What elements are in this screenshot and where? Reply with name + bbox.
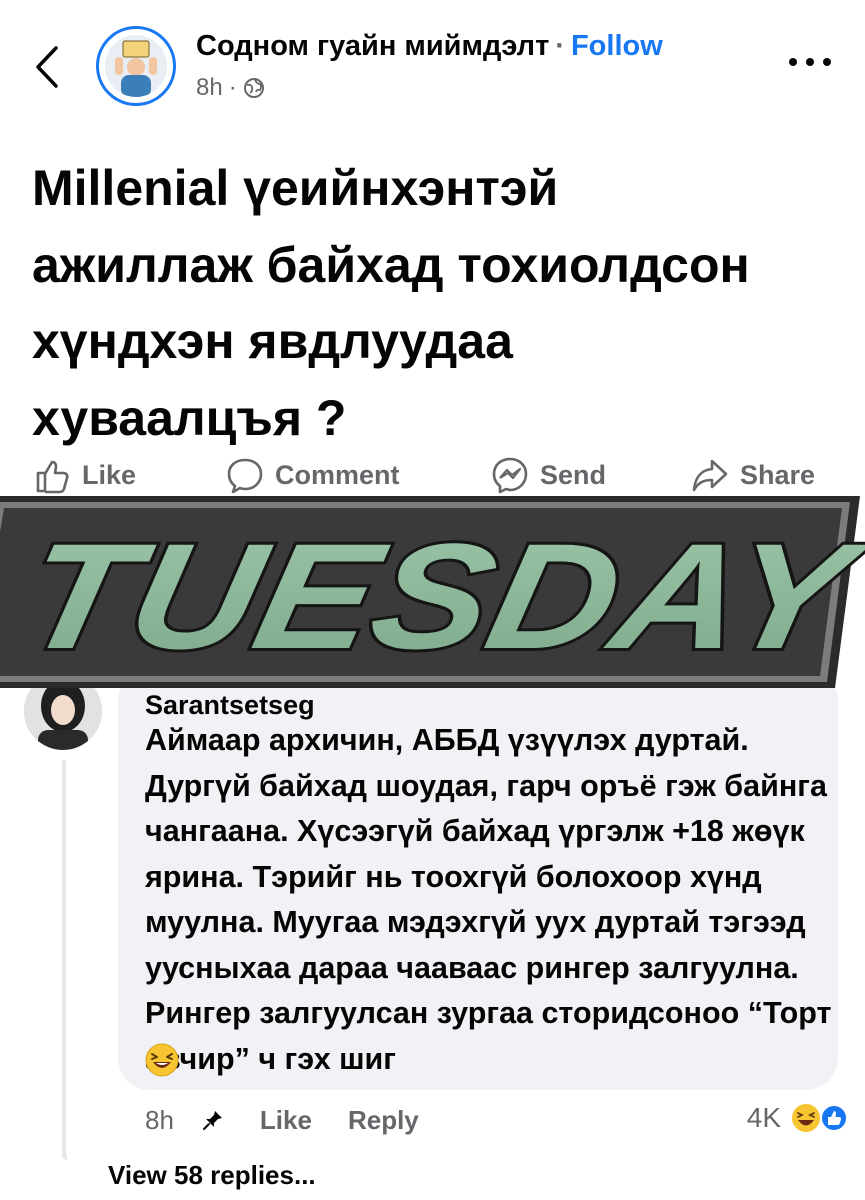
reaction-count: 4K [746, 1102, 781, 1133]
page-name[interactable]: Содном гуайн миймдэлт [196, 30, 549, 62]
page-name-row: Содном гуайн миймдэлт · Follow [196, 30, 663, 63]
comment-like-button[interactable]: Like [260, 1105, 312, 1136]
back-button[interactable] [30, 42, 64, 92]
meta-dot: · [228, 74, 237, 101]
send-label: Send [540, 459, 607, 490]
like-reaction-icon [820, 1104, 848, 1132]
comment-reactions[interactable]: 4K [747, 1098, 849, 1138]
name-separator: · [555, 30, 565, 62]
tuesday-text: TUESDAY [9, 514, 865, 681]
post-text: Millenial үеийнхэнтэй ажиллаж байхад тох… [32, 160, 750, 446]
comment-time[interactable]: 8h [145, 1105, 174, 1136]
follow-button[interactable]: Follow [571, 30, 663, 62]
laughing-face-emoji [145, 1043, 179, 1077]
share-label: Share [740, 459, 816, 490]
post-meta: 8h · [196, 74, 265, 102]
comment-text: Аймаар архичин, АББД үзүүлэх дуртай. Дур… [145, 723, 832, 1076]
page-avatar[interactable] [96, 26, 176, 106]
reply-thread-line [62, 760, 67, 1160]
post-timestamp[interactable]: 8h [196, 74, 223, 102]
comment-reply-button[interactable]: Reply [348, 1105, 419, 1136]
comment-label: Comment [275, 459, 400, 490]
pin-icon [202, 1111, 222, 1130]
more-options-icon [789, 58, 831, 66]
view-replies-link[interactable]: View 58 replies... [108, 1160, 316, 1191]
back-chevron-icon [36, 46, 58, 88]
comment-actions: 8h Like Reply [145, 1100, 419, 1140]
tuesday-sticker: TUESDAY [0, 496, 865, 688]
page-avatar-image [105, 35, 167, 97]
haha-reaction-icon [790, 1102, 822, 1134]
like-label: Like [82, 459, 137, 490]
globe-icon [243, 78, 264, 98]
more-options-button[interactable] [785, 52, 835, 72]
